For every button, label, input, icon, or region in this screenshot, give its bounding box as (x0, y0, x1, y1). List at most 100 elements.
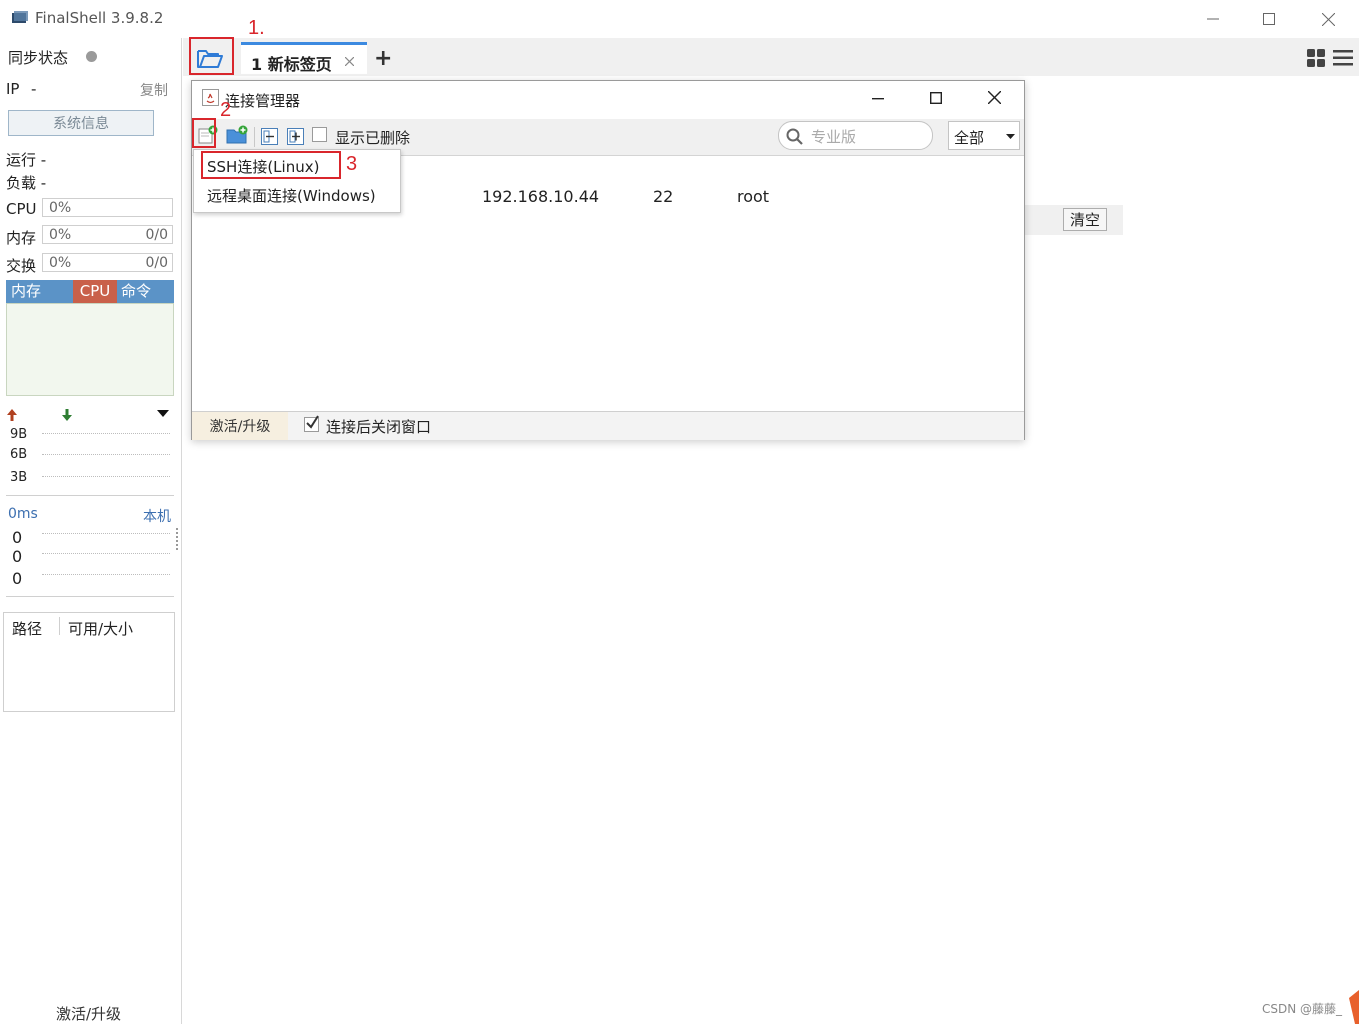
swap-label: 交换 (6, 257, 37, 275)
swap-usage-value: 0% (49, 255, 72, 271)
minimize-icon (1207, 18, 1219, 20)
grid-layout-icon[interactable] (1307, 49, 1326, 68)
sidebar-upgrade-link[interactable]: 激活/升级 (56, 1003, 121, 1024)
network-chart: 9B 6B 3B (6, 424, 174, 496)
collapse-all-icon[interactable] (261, 128, 278, 145)
show-deleted-label: 显示已删除 (335, 129, 411, 147)
connection-manager-dialog: 连接管理器 显示已删除 专业版 全部 192.168.10.44 22 root… (191, 80, 1025, 440)
chevron-down-icon (1006, 134, 1015, 139)
filter-select[interactable]: 全部 (948, 121, 1020, 150)
close-icon (1321, 12, 1335, 26)
column-divider (59, 617, 60, 635)
tab-new-tab[interactable]: 1 新标签页 (241, 42, 367, 74)
disk-table: 路径 可用/大小 (3, 612, 175, 712)
annotation-label-3: 3 (346, 153, 358, 175)
filter-value: 全部 (954, 129, 985, 147)
dialog-maximize-icon[interactable] (930, 92, 942, 104)
add-tab-button[interactable]: + (374, 46, 392, 71)
net-tick-label: 3B (10, 470, 28, 485)
disk-size-header: 可用/大小 (68, 620, 134, 638)
dialog-close-icon[interactable] (988, 91, 1001, 104)
ping-value: 0 (12, 547, 23, 566)
gridline (42, 433, 170, 434)
gridline (42, 454, 170, 455)
tab-label: 1 新标签页 (251, 55, 332, 74)
new-folder-icon[interactable] (226, 125, 248, 145)
process-list (6, 303, 174, 396)
menu-item-rdp[interactable]: 远程桌面连接(Windows) (207, 185, 376, 206)
proc-tab-command[interactable]: 命令 (117, 280, 174, 303)
system-info-button[interactable]: 系统信息 (8, 110, 154, 136)
window-titlebar: FinalShell 3.9.8.2 (0, 0, 1359, 38)
close-button[interactable] (1305, 5, 1351, 33)
expand-all-icon[interactable] (287, 128, 304, 145)
menu-icon[interactable] (1333, 50, 1353, 66)
search-placeholder: 专业版 (811, 128, 857, 146)
annotation-label-1: 1. (248, 17, 265, 39)
swap-usage-count: 0/0 (145, 255, 168, 271)
search-icon (786, 128, 803, 145)
search-input[interactable]: 专业版 (778, 121, 933, 150)
copy-ip-link[interactable]: 复制 (140, 80, 168, 100)
proc-tab-memory[interactable]: 内存 (6, 280, 73, 303)
close-after-connect-checkbox[interactable] (304, 415, 319, 432)
dialog-titlebar: 连接管理器 (192, 81, 1024, 118)
finalshell-app-icon (12, 11, 28, 23)
memory-usage-value: 0% (49, 227, 72, 243)
splitter-handle[interactable] (176, 528, 180, 550)
tab-close-icon[interactable] (345, 57, 354, 66)
cpu-usage-value: 0% (49, 200, 72, 216)
process-table-header: 内存 CPU 命令 (6, 280, 174, 303)
dialog-minimize-icon[interactable] (872, 98, 884, 100)
ping-value: 0 (12, 528, 23, 547)
gridline (42, 476, 170, 477)
net-tick-label: 9B (10, 427, 28, 442)
annotation-label-2: 2 (220, 99, 232, 121)
ip-value: - (31, 80, 37, 98)
ip-label: IP (6, 80, 20, 98)
annotation-box-1 (189, 37, 234, 75)
maximize-button[interactable] (1246, 5, 1292, 33)
dialog-upgrade-button[interactable]: 激活/升级 (192, 412, 288, 440)
annotation-box-3 (201, 151, 341, 179)
minimize-button[interactable] (1190, 5, 1236, 33)
cpu-label: CPU (6, 200, 37, 218)
download-arrow-icon (62, 409, 72, 421)
ping-host[interactable]: 本机 (143, 506, 171, 526)
maximize-icon (1263, 13, 1275, 25)
memory-usage-bar: 0% 0/0 (42, 225, 173, 244)
net-tick-label: 6B (10, 447, 28, 462)
toolbar-separator (254, 127, 255, 147)
cpu-usage-bar: 0% (42, 198, 173, 217)
corner-logo-icon (1349, 990, 1359, 1024)
connection-host: 192.168.10.44 (482, 187, 600, 206)
window-title: FinalShell 3.9.8.2 (35, 9, 164, 27)
memory-usage-count: 0/0 (145, 227, 168, 243)
ping-chart: 0 0 0 (6, 524, 174, 597)
ping-value: 0 (12, 569, 23, 588)
show-deleted-checkbox[interactable] (312, 127, 327, 142)
annotation-box-2 (192, 118, 216, 148)
checkmark-icon (306, 415, 319, 429)
disk-path-header: 路径 (12, 620, 43, 638)
proc-tab-cpu[interactable]: CPU (73, 280, 117, 303)
sync-status-label: 同步状态 (8, 49, 69, 67)
network-dropdown-icon[interactable] (157, 410, 169, 418)
left-status-panel: 同步状态 IP - 复制 系统信息 运行 - 负载 - CPU 0% 内存 0%… (0, 38, 182, 1024)
java-app-icon (202, 89, 219, 106)
ping-latency: 0ms (8, 506, 38, 522)
run-time-label: 运行 - (6, 151, 47, 169)
watermark-text: CSDN @藤藤_ (1262, 1002, 1343, 1016)
gridline (42, 553, 170, 554)
load-label: 负载 - (6, 174, 47, 192)
sync-status-dot-icon (86, 51, 97, 62)
connection-user: root (737, 187, 770, 206)
gridline (42, 574, 170, 575)
clear-button[interactable]: 清空 (1063, 208, 1107, 231)
gridline (42, 533, 170, 534)
dialog-footer: 激活/升级 连接后关闭窗口 (192, 411, 1024, 440)
close-after-connect-label: 连接后关闭窗口 (326, 418, 432, 436)
upload-arrow-icon (7, 409, 17, 421)
dialog-title: 连接管理器 (225, 92, 301, 110)
memory-label: 内存 (6, 229, 37, 247)
